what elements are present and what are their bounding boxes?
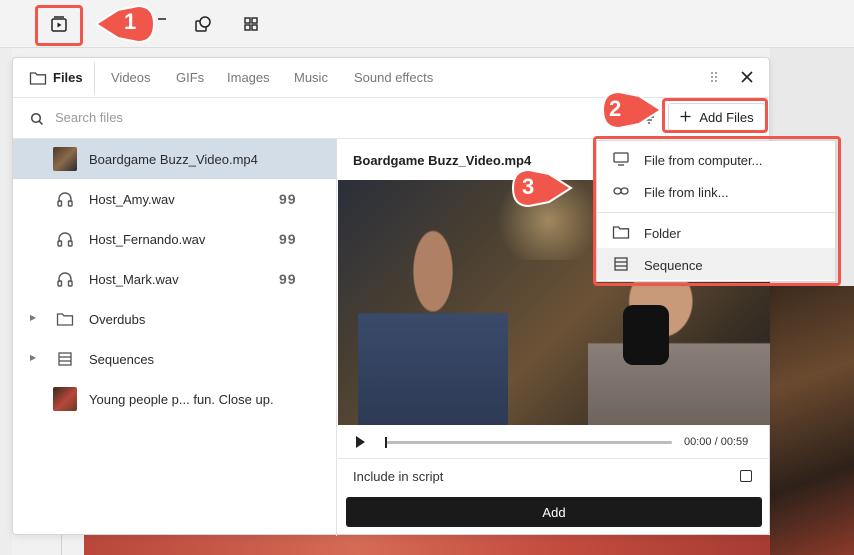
list-item[interactable]: Boardgame Buzz_Video.mp4 (13, 139, 337, 179)
callout-number: 3 (522, 174, 535, 199)
player-controls: 00:00 / 00:59 (338, 425, 770, 459)
background-photo (770, 286, 854, 555)
close-icon[interactable] (740, 70, 754, 89)
list-item[interactable]: Young people p... fun. Close up. (13, 379, 337, 419)
tab-sound-effects[interactable]: Sound effects (354, 70, 433, 85)
progress-knob[interactable] (385, 437, 387, 448)
background-panel (0, 48, 12, 555)
expand-caret-icon[interactable]: ▶ (30, 353, 36, 362)
highlight-add-files (662, 98, 768, 133)
list-item[interactable]: Host_Amy.wav 99 (13, 179, 337, 219)
preview-title: Boardgame Buzz_Video.mp4 (353, 153, 532, 168)
progress-bar[interactable] (385, 437, 672, 448)
callout-badge-2 (601, 90, 663, 130)
tab-videos[interactable]: Videos (111, 70, 151, 85)
quote-badge: 99 (279, 231, 297, 247)
list-item[interactable]: ▶ Sequences (13, 339, 337, 379)
list-item-label: Sequences (89, 352, 155, 367)
tab-divider (94, 62, 95, 94)
include-checkbox[interactable] (740, 470, 752, 482)
video-frame-microphone (623, 305, 669, 365)
list-item[interactable]: Host_Fernando.wav 99 (13, 219, 337, 259)
background-photo-strip (84, 535, 770, 555)
folder-icon (53, 307, 77, 331)
quote-badge: 99 (279, 191, 297, 207)
list-item[interactable]: Host_Mark.wav 99 (13, 259, 337, 299)
tab-music[interactable]: Music (294, 70, 328, 85)
time-readout: 00:00 / 00:59 (684, 436, 749, 448)
highlight-media-icon (35, 5, 83, 46)
shapes-icon[interactable] (189, 10, 217, 38)
list-item-label: Host_Mark.wav (89, 272, 179, 287)
image-thumbnail-icon (53, 387, 77, 411)
include-label: Include in script (353, 469, 444, 484)
headphones-icon (53, 227, 77, 251)
list-item[interactable]: ▶ Overdubs (13, 299, 337, 339)
highlight-menu (593, 136, 841, 286)
callout-number: 2 (609, 96, 622, 121)
grid-icon[interactable] (237, 10, 265, 38)
list-item-label: Host_Amy.wav (89, 192, 175, 207)
callout-badge-3 (511, 168, 573, 208)
headphones-icon (53, 187, 77, 211)
headphones-icon (53, 267, 77, 291)
video-frame-person (358, 220, 508, 425)
video-thumbnail-icon (53, 147, 77, 171)
drag-handle-icon[interactable] (709, 70, 719, 89)
quote-badge: 99 (279, 271, 297, 287)
add-button[interactable]: Add (346, 497, 762, 527)
callout-number: 1 (124, 9, 137, 34)
folder-icon (29, 70, 47, 91)
search-input[interactable] (55, 110, 455, 125)
expand-caret-icon[interactable]: ▶ (30, 313, 36, 322)
tab-gifs[interactable]: GIFs (176, 70, 204, 85)
search-icon (30, 112, 44, 131)
file-list: Boardgame Buzz_Video.mp4 Host_Amy.wav 99… (13, 139, 337, 536)
tab-files[interactable]: Files (53, 70, 83, 85)
list-item-label: Host_Fernando.wav (89, 232, 206, 247)
list-item-label: Young people p... fun. Close up. (89, 392, 274, 407)
tab-images[interactable]: Images (227, 70, 270, 85)
play-icon[interactable] (356, 436, 365, 448)
sequence-icon (53, 347, 77, 371)
list-item-label: Overdubs (89, 312, 146, 327)
list-item-label: Boardgame Buzz_Video.mp4 (89, 152, 258, 167)
divider (61, 535, 62, 555)
